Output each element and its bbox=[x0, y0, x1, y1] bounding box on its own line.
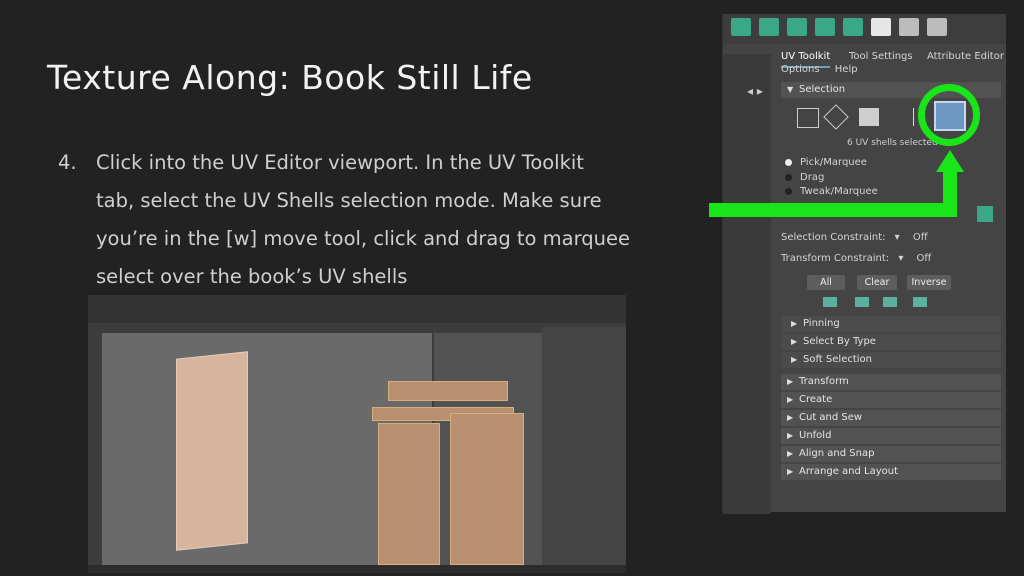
shelf-uv-icon[interactable] bbox=[843, 18, 863, 36]
clear-button[interactable]: Clear bbox=[857, 275, 897, 290]
subsection-label: Select By Type bbox=[803, 336, 876, 347]
maya-toolbar bbox=[88, 295, 626, 323]
highlight-ring bbox=[918, 84, 980, 146]
section-label: Arrange and Layout bbox=[799, 466, 899, 477]
face-select-icon[interactable] bbox=[859, 108, 879, 126]
radio-dot bbox=[785, 158, 792, 166]
shelf-uv-icon[interactable] bbox=[815, 18, 835, 36]
uv-toolkit-thumbnail bbox=[542, 327, 626, 573]
collapsed-triangle-icon: ▶ bbox=[791, 319, 798, 328]
radio-dot bbox=[785, 173, 792, 181]
selection-label: Selection bbox=[799, 84, 846, 95]
inverse-button[interactable]: Inverse bbox=[907, 275, 951, 290]
step-line-2: tab, select the UV Shells selection mode… bbox=[96, 189, 602, 212]
shelf-uv-icon[interactable] bbox=[731, 18, 751, 36]
shelf-cut-icon[interactable] bbox=[899, 18, 919, 36]
section-label: Create bbox=[799, 394, 833, 405]
collapsed-triangle-icon: ▶ bbox=[787, 449, 794, 458]
maya-screenshot bbox=[88, 295, 626, 573]
radio-pick-marquee[interactable]: Pick/Marquee bbox=[785, 157, 867, 168]
shrink-selection-icon[interactable] bbox=[855, 297, 869, 307]
section-align-and-snap[interactable]: ▶ Align and Snap bbox=[781, 446, 1001, 462]
shelf-sew-icon[interactable] bbox=[927, 18, 947, 36]
section-arrange-and-layout[interactable]: ▶ Arrange and Layout bbox=[781, 464, 1001, 480]
radio-dot bbox=[785, 187, 792, 195]
transform-constraint-value: Off bbox=[916, 253, 932, 264]
subsection-label: Soft Selection bbox=[803, 354, 872, 365]
radio-tweak-marquee[interactable]: Tweak/Marquee bbox=[785, 186, 878, 197]
uv-shell bbox=[378, 423, 440, 565]
status-bar bbox=[88, 565, 626, 573]
collapsed-triangle-icon: ▶ bbox=[787, 413, 794, 422]
transform-constraint-row[interactable]: Transform Constraint: ▾ Off bbox=[781, 253, 931, 264]
collapsed-triangle-icon: ▶ bbox=[791, 355, 798, 364]
selection-constraint-row[interactable]: Selection Constraint: ▾ Off bbox=[781, 232, 928, 243]
shelf-uv-icon[interactable] bbox=[759, 18, 779, 36]
dropdown-arrow-icon: ▾ bbox=[898, 253, 904, 264]
step-line-4: select over the book’s UV shells bbox=[96, 265, 408, 288]
pointer-arrow-shaft bbox=[709, 203, 957, 217]
section-cut-and-sew[interactable]: ▶ Cut and Sew bbox=[781, 410, 1001, 426]
section-label: Transform bbox=[799, 376, 849, 387]
tab-attribute-editor[interactable]: Attribute Editor bbox=[927, 48, 1004, 66]
slide-title: Texture Along: Book Still Life bbox=[47, 58, 533, 97]
menu-help[interactable]: Help bbox=[835, 64, 858, 75]
section-create[interactable]: ▶ Create bbox=[781, 392, 1001, 408]
selection-constraint-value: Off bbox=[912, 232, 928, 243]
side-strip bbox=[723, 54, 771, 514]
select-shell-icon[interactable] bbox=[883, 297, 897, 307]
toolkit-options-icon[interactable] bbox=[977, 206, 993, 222]
collapsed-triangle-icon: ▶ bbox=[791, 337, 798, 346]
uv-shell bbox=[450, 413, 524, 565]
section-transform[interactable]: ▶ Transform bbox=[781, 374, 1001, 390]
collapsed-triangle-icon: ▶ bbox=[787, 377, 794, 386]
menu-options[interactable]: Options bbox=[781, 64, 820, 75]
vertex-select-icon[interactable] bbox=[797, 108, 819, 128]
pointer-arrowhead-icon bbox=[936, 150, 964, 172]
section-label: Unfold bbox=[799, 430, 832, 441]
select-border-icon[interactable] bbox=[913, 297, 927, 307]
collapsed-triangle-icon: ▶ bbox=[787, 395, 794, 404]
section-label: Align and Snap bbox=[799, 448, 875, 459]
subsection-select-by-type[interactable]: ▶ Select By Type bbox=[781, 334, 1001, 350]
tool-shelf bbox=[723, 14, 1006, 44]
uv-shell bbox=[388, 381, 508, 401]
grow-selection-icon[interactable] bbox=[823, 297, 837, 307]
radio-label: Tweak/Marquee bbox=[800, 186, 878, 197]
shelf-uv-icon[interactable] bbox=[787, 18, 807, 36]
selection-status: 6 UV shells selected bbox=[847, 138, 938, 148]
section-label: Cut and Sew bbox=[799, 412, 863, 423]
pointer-arrow-stem bbox=[943, 170, 957, 217]
shelf-checker-icon[interactable] bbox=[871, 18, 891, 36]
selection-constraint-label: Selection Constraint: bbox=[781, 232, 886, 243]
panel-menu: Options Help bbox=[781, 64, 870, 75]
subsection-soft-selection[interactable]: ▶ Soft Selection bbox=[781, 352, 1001, 368]
edge-select-icon[interactable] bbox=[823, 104, 849, 130]
select-all-button[interactable]: All bbox=[807, 275, 845, 290]
step-line-1: Click into the UV Editor viewport. In th… bbox=[96, 151, 584, 174]
collapsed-triangle-icon: ▶ bbox=[787, 431, 794, 440]
step-text: Click into the UV Editor viewport. In th… bbox=[96, 144, 630, 296]
expanded-triangle-icon: ▼ bbox=[787, 85, 794, 94]
step-line-3: you’re in the [w] move tool, click and d… bbox=[96, 227, 631, 250]
radio-label: Drag bbox=[800, 172, 825, 183]
subsection-label: Pinning bbox=[803, 318, 840, 329]
dropdown-arrow-icon: ▾ bbox=[894, 232, 900, 243]
section-unfold[interactable]: ▶ Unfold bbox=[781, 428, 1001, 444]
step-number: 4. bbox=[58, 151, 77, 174]
transform-constraint-label: Transform Constraint: bbox=[781, 253, 890, 264]
book-model bbox=[176, 351, 248, 551]
radio-label: Pick/Marquee bbox=[800, 157, 867, 168]
expand-arrows-icon[interactable]: ◂ ▸ bbox=[747, 84, 763, 98]
subsection-pinning[interactable]: ▶ Pinning bbox=[781, 316, 1001, 332]
radio-drag[interactable]: Drag bbox=[785, 172, 824, 183]
collapsed-triangle-icon: ▶ bbox=[787, 467, 794, 476]
